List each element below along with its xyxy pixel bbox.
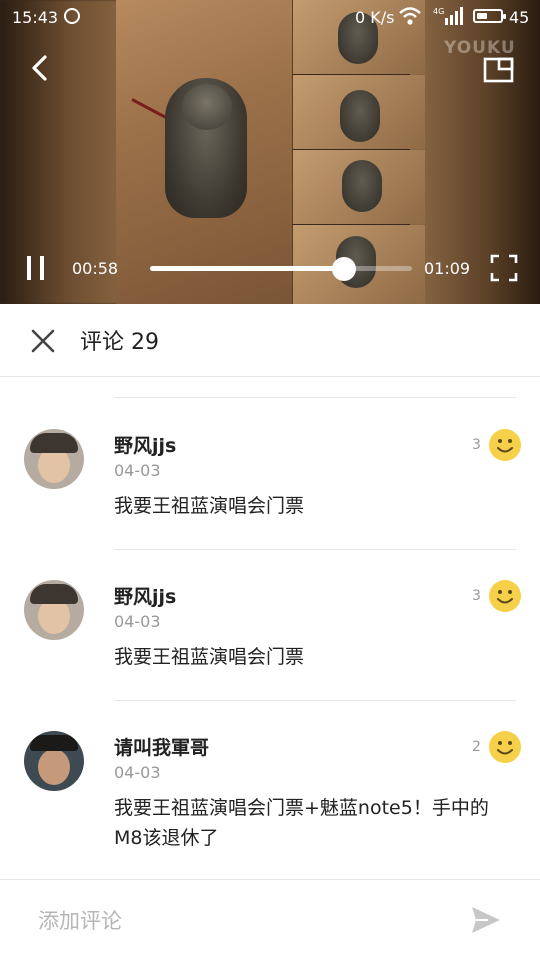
comment-text: 我要王祖蓝演唱会门票 xyxy=(114,495,305,517)
progress-bar[interactable] xyxy=(150,257,412,281)
video-player[interactable]: 15:43 0 K/s 4G 45 YOUKU 00:58 01:09 xyxy=(0,0,540,304)
back-icon[interactable] xyxy=(24,52,56,84)
divider xyxy=(114,397,516,398)
network-speed: 0 K/s xyxy=(355,8,395,27)
avatar-hat xyxy=(30,433,78,453)
comment-author[interactable]: 野风jjs xyxy=(114,582,176,609)
comment-item: 野风jjs 04-03 我要王祖蓝演唱会门票 3 xyxy=(0,550,540,700)
comment-text: 我要王祖蓝演唱会门票 xyxy=(114,646,305,668)
total-time: 01:09 xyxy=(424,259,471,278)
network-type: 4G xyxy=(433,7,444,16)
battery-percent: 45 xyxy=(509,8,530,27)
smile-like-icon[interactable] xyxy=(488,730,522,764)
picture-in-picture-icon[interactable] xyxy=(482,54,516,84)
avatar-face xyxy=(38,749,70,785)
like-count: 3 xyxy=(472,588,481,604)
smile-like-icon[interactable] xyxy=(488,428,522,462)
comment-author[interactable]: 野风jjs xyxy=(114,431,176,458)
comment-list[interactable]: 野风jjs 04-03 我要王祖蓝演唱会门票 3 野风jjs 04-03 我要王… xyxy=(0,377,540,879)
battery-fill xyxy=(477,13,487,19)
comment-author[interactable]: 请叫我軍哥 xyxy=(114,733,209,760)
comment-date: 04-03 xyxy=(114,612,161,631)
close-icon[interactable] xyxy=(30,328,56,354)
notification-icon xyxy=(64,8,80,24)
like-count: 2 xyxy=(472,739,481,755)
battery-icon xyxy=(473,9,506,23)
pause-icon[interactable] xyxy=(22,254,50,282)
comment-input-bar xyxy=(0,879,540,961)
signal-icon: 4G xyxy=(433,7,463,25)
comments-title: 评论 29 xyxy=(80,330,159,355)
comment-date: 04-03 xyxy=(114,763,161,782)
comment-text: 我要王祖蓝演唱会门票+魅蓝note5！手中的M8该退休了 xyxy=(114,797,489,849)
video-subject-small xyxy=(342,160,382,212)
send-icon[interactable] xyxy=(470,905,502,935)
comments-header: 评论 29 xyxy=(0,304,540,377)
current-time: 00:58 xyxy=(72,259,119,278)
fullscreen-icon[interactable] xyxy=(490,254,518,282)
video-subject-head xyxy=(182,84,232,130)
status-time: 15:43 xyxy=(12,8,59,27)
avatar[interactable] xyxy=(24,429,84,489)
avatar[interactable] xyxy=(24,580,84,640)
smile-like-icon[interactable] xyxy=(488,579,522,613)
comment-item: 野风jjs 04-03 我要王祖蓝演唱会门票 3 xyxy=(0,399,540,549)
comment-date: 04-03 xyxy=(114,461,161,480)
avatar[interactable] xyxy=(24,731,84,791)
comment-input[interactable] xyxy=(36,902,440,940)
progress-fill xyxy=(150,266,344,271)
avatar-hat xyxy=(30,584,78,604)
status-bar: 15:43 0 K/s 4G 45 xyxy=(0,0,540,34)
progress-knob[interactable] xyxy=(331,257,356,281)
like-count: 3 xyxy=(472,437,481,453)
wifi-icon xyxy=(399,7,421,25)
avatar-hair xyxy=(30,735,78,751)
comment-item: 请叫我軍哥 04-03 我要王祖蓝演唱会门票+魅蓝note5！手中的M8该退休了… xyxy=(0,701,540,879)
video-subject-small xyxy=(340,90,380,142)
